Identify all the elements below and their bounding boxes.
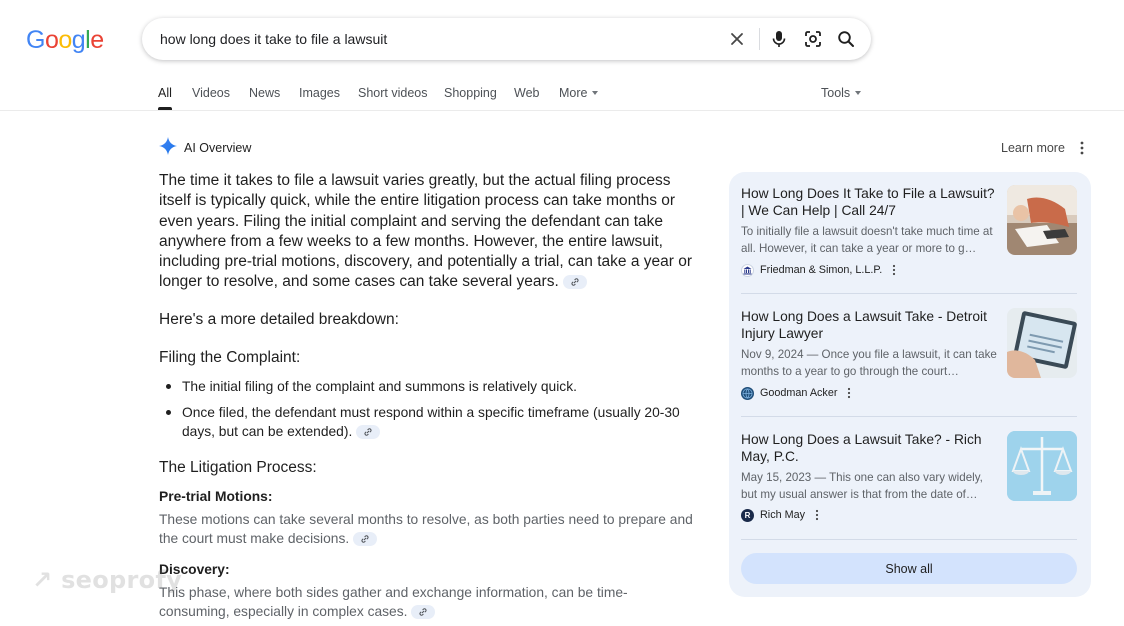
search-icon[interactable] xyxy=(834,27,858,51)
tools-button[interactable]: Tools xyxy=(821,86,862,100)
source-attribution: Friedman & Simon, L.L.P. xyxy=(741,262,897,278)
pretrial-text: These motions can take several months to… xyxy=(159,510,699,548)
citation-link-button[interactable] xyxy=(562,275,587,290)
logo-letter: o xyxy=(44,26,59,54)
source-snippet: May 15, 2023 — This one can also vary wi… xyxy=(741,471,983,501)
logo-letter: e xyxy=(90,26,104,54)
sparkle-icon xyxy=(158,136,178,161)
card-divider xyxy=(741,293,1077,294)
google-logo[interactable]: Google xyxy=(26,26,104,54)
breakdown-heading: Here's a more detailed breakdown: xyxy=(159,311,399,328)
watermark: ↗ seoprofy xyxy=(32,566,182,594)
search-separator xyxy=(759,28,760,50)
source-attribution: Goodman Acker xyxy=(741,385,852,401)
chevron-down-icon xyxy=(592,90,599,95)
list-item: The initial filing of the complaint and … xyxy=(159,377,694,396)
filing-bullet-list: The initial filing of the complaint and … xyxy=(159,377,694,441)
ai-overview-body: The time it takes to file a lawsuit vari… xyxy=(159,171,694,620)
source-thumbnail[interactable] xyxy=(1007,431,1077,501)
citation-link-button[interactable] xyxy=(356,425,381,440)
source-snippet: To initially file a lawsuit doesn't take… xyxy=(741,225,993,255)
pretrial-heading: Pre-trial Motions: xyxy=(159,489,273,504)
source-name: Rich May xyxy=(760,509,805,521)
litigation-heading: The Litigation Process: xyxy=(159,459,317,476)
source-thumbnail[interactable] xyxy=(1007,308,1077,378)
tab-shopping[interactable]: Shopping xyxy=(444,86,497,100)
header-divider xyxy=(0,110,1124,111)
tab-videos[interactable]: Videos xyxy=(192,86,230,100)
sources-panel: How Long Does It Take to File a Lawsuit?… xyxy=(729,172,1091,597)
tab-all[interactable]: All xyxy=(158,86,172,100)
card-divider xyxy=(741,539,1077,540)
logo-letter: G xyxy=(26,26,45,54)
citation-link-button[interactable] xyxy=(353,532,378,547)
tab-images[interactable]: Images xyxy=(299,86,340,100)
link-icon xyxy=(364,428,372,437)
more-options-icon[interactable] xyxy=(891,264,897,276)
link-icon xyxy=(419,608,427,617)
r-logo-letter: R xyxy=(744,510,751,520)
ai-overview-label: AI Overview xyxy=(184,141,252,155)
bullet-text: Once filed, the defendant must respond w… xyxy=(182,405,680,439)
link-icon xyxy=(361,535,369,544)
link-icon xyxy=(571,278,579,287)
logo-letter: g xyxy=(71,26,86,54)
filing-heading: Filing the Complaint: xyxy=(159,349,301,366)
tab-web[interactable]: Web xyxy=(514,86,539,100)
logo-letter: o xyxy=(58,26,72,54)
source-name: Goodman Acker xyxy=(760,387,838,399)
source-snippet: Nov 9, 2024 — Once you file a lawsuit, i… xyxy=(741,348,997,378)
learn-more-link[interactable]: Learn more xyxy=(1001,141,1065,155)
card-divider xyxy=(741,416,1077,417)
lens-icon[interactable] xyxy=(801,27,825,51)
source-attribution: R Rich May xyxy=(741,507,820,523)
more-options-icon[interactable] xyxy=(1076,140,1088,156)
tab-more[interactable]: More xyxy=(559,86,599,100)
chevron-down-icon xyxy=(855,90,862,95)
tab-news[interactable]: News xyxy=(249,86,280,100)
close-icon[interactable] xyxy=(725,27,749,51)
show-all-button[interactable]: Show all xyxy=(741,553,1077,584)
bank-icon xyxy=(741,263,754,277)
tools-label: Tools xyxy=(821,86,851,100)
more-options-icon[interactable] xyxy=(814,509,820,521)
source-card[interactable]: How Long Does a Lawsuit Take? - Rich May… xyxy=(741,431,1077,531)
mic-icon[interactable] xyxy=(767,27,791,51)
list-item: Once filed, the defendant must respond w… xyxy=(159,403,694,441)
source-card[interactable]: How Long Does It Take to File a Lawsuit?… xyxy=(741,185,1077,285)
search-input[interactable]: how long does it take to file a lawsuit xyxy=(160,18,700,60)
more-options-icon[interactable] xyxy=(846,387,852,399)
ai-overview-intro: The time it takes to file a lawsuit vari… xyxy=(159,171,694,293)
tab-more-label: More xyxy=(559,86,588,100)
ai-overview-header: AI Overview xyxy=(158,136,252,161)
source-card[interactable]: How Long Does a Lawsuit Take - Detroit I… xyxy=(741,308,1077,408)
intro-text: The time it takes to file a lawsuit vari… xyxy=(159,172,693,291)
watermark-text: seoprofy xyxy=(61,566,183,594)
discovery-text-content: This phase, where both sides gather and … xyxy=(159,585,628,619)
citation-link-button[interactable] xyxy=(411,605,436,620)
pretrial-text-content: These motions can take several months to… xyxy=(159,512,693,546)
r-logo-icon: R xyxy=(741,508,754,522)
source-name: Friedman & Simon, L.L.P. xyxy=(760,264,883,276)
discovery-text: This phase, where both sides gather and … xyxy=(159,583,639,621)
arrow-icon: ↗ xyxy=(32,566,62,594)
tab-short-videos[interactable]: Short videos xyxy=(358,86,427,100)
source-title[interactable]: How Long Does a Lawsuit Take? - Rich May… xyxy=(741,431,997,465)
source-title[interactable]: How Long Does It Take to File a Lawsuit?… xyxy=(741,185,997,219)
globe-icon xyxy=(741,386,754,400)
search-box: how long does it take to file a lawsuit xyxy=(142,18,871,60)
source-thumbnail[interactable] xyxy=(1007,185,1077,255)
source-title[interactable]: How Long Does a Lawsuit Take - Detroit I… xyxy=(741,308,997,342)
